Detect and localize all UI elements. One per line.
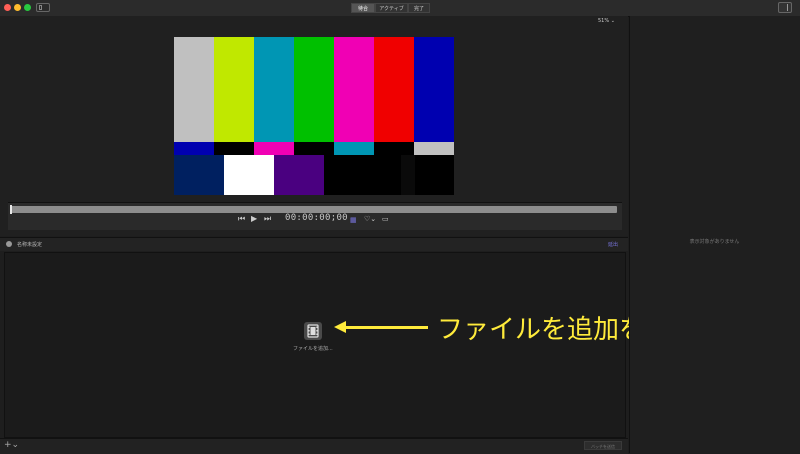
color-bar-top-0 — [174, 37, 214, 142]
inspector-pane — [629, 16, 800, 453]
bottom-bar — [0, 438, 628, 454]
view-options-icon[interactable]: ♡⌄ — [364, 215, 376, 223]
grid-icon[interactable]: ▦ — [350, 216, 358, 224]
play-icon[interactable]: ▶ — [251, 214, 257, 223]
start-batch-button[interactable]: バッチを送信 — [584, 441, 622, 450]
minimize-window-button[interactable] — [14, 4, 21, 11]
add-menu-button[interactable]: +⌄ — [4, 440, 19, 450]
color-bar-mid-6 — [414, 142, 454, 155]
zoom-menu[interactable]: 51% ⌄ — [598, 18, 615, 24]
project-bar — [0, 238, 628, 251]
playhead[interactable] — [10, 205, 12, 214]
color-bar-mid-4 — [334, 142, 374, 155]
pluge-step — [401, 155, 415, 195]
timeline-scrubber[interactable] — [11, 206, 617, 213]
tab-active[interactable]: アクティブ — [375, 3, 408, 13]
add-file-label: ファイルを追加... — [293, 346, 333, 352]
timecode-display: 00:00:00;00 — [285, 213, 348, 223]
caption-icon[interactable]: ▭ — [382, 215, 389, 223]
color-bar-top-3 — [294, 37, 334, 142]
color-bar-top-6 — [414, 37, 454, 142]
project-action-link[interactable]: 延出 — [608, 241, 618, 248]
add-file-button[interactable] — [304, 322, 322, 340]
skip-forward-icon[interactable]: ⏭ — [264, 214, 271, 224]
inspector-empty-text: 表示対象がありません — [689, 239, 740, 245]
color-bar-top-1 — [214, 37, 254, 142]
skip-back-icon[interactable]: ⏮ — [238, 214, 245, 224]
color-bars-top — [174, 37, 454, 142]
zoom-window-button[interactable] — [24, 4, 31, 11]
color-bar-top-2 — [254, 37, 294, 142]
color-bar-mid-5 — [374, 142, 414, 155]
project-name: 名称未設定 — [17, 242, 43, 248]
annotation-arrow — [342, 326, 428, 329]
color-bar-mid-2 — [254, 142, 294, 155]
color-bar-mid-0 — [174, 142, 214, 155]
color-bar-top-5 — [374, 37, 414, 142]
pluge-white — [224, 155, 274, 195]
tab-waiting[interactable]: 待合 — [351, 3, 375, 13]
project-icon — [6, 241, 12, 247]
film-icon — [307, 324, 319, 338]
color-bar-top-4 — [334, 37, 374, 142]
pluge-purple — [274, 155, 324, 195]
color-bar-mid-1 — [214, 142, 254, 155]
pluge-blue — [174, 155, 224, 195]
color-bars-middle — [174, 142, 454, 155]
color-bar-mid-3 — [294, 142, 334, 155]
tab-completed[interactable]: 完了 — [408, 3, 430, 13]
close-window-button[interactable] — [4, 4, 11, 11]
inspector-toggle-button[interactable] — [778, 2, 792, 13]
color-bars-bottom — [174, 155, 454, 195]
sidebar-toggle-button[interactable] — [36, 3, 50, 12]
